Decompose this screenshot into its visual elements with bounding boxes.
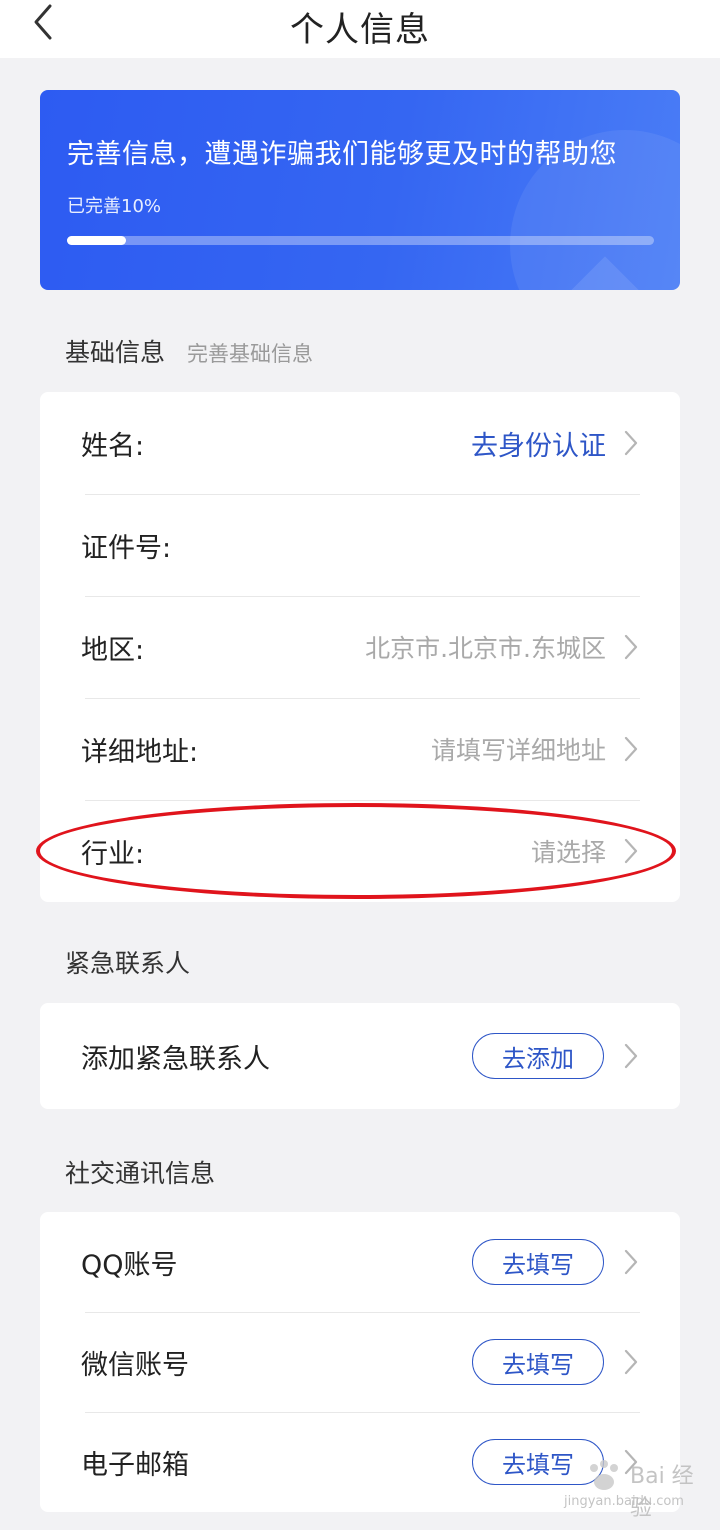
completion-banner: 完善信息，遭遇诈骗我们能够更及时的帮助您 已完善10% [40, 90, 680, 290]
row-email[interactable]: 电子邮箱 去填写 [40, 1412, 680, 1512]
row-industry[interactable]: 行业: 请选择 [40, 800, 680, 902]
row-label: 电子邮箱 [81, 1449, 189, 1481]
row-label: 详细地址: [81, 736, 199, 768]
chevron-right-icon [622, 429, 640, 457]
chevron-right-icon [622, 837, 640, 865]
chevron-right-icon [622, 1448, 640, 1476]
fill-qq-button[interactable]: 去填写 [472, 1239, 604, 1285]
chevron-right-icon [622, 1348, 640, 1376]
fill-email-button[interactable]: 去填写 [472, 1439, 604, 1485]
row-label: 证件号: [81, 532, 172, 564]
row-qq[interactable]: QQ账号 去填写 [40, 1212, 680, 1312]
row-label: 姓名: [81, 430, 145, 462]
section-title-text: 基础信息 [65, 338, 166, 367]
banner-title: 完善信息，遭遇诈骗我们能够更及时的帮助您 [67, 139, 617, 170]
industry-placeholder: 请选择 [530, 838, 606, 867]
region-value: 北京市.北京市.东城区 [365, 634, 606, 663]
chevron-right-icon [622, 1248, 640, 1276]
chevron-right-icon [622, 1042, 640, 1070]
fill-wechat-button[interactable]: 去填写 [472, 1339, 604, 1385]
social-card: QQ账号 去填写 微信账号 去填写 电子邮箱 去填写 [40, 1212, 680, 1512]
section-hint: 完善基础信息 [187, 342, 314, 366]
section-title-basic-info: 基础信息 完善基础信息 [65, 333, 313, 369]
page-title: 个人信息 [290, 10, 430, 50]
section-title-social: 社交通讯信息 [65, 1159, 216, 1188]
row-region[interactable]: 地区: 北京市.北京市.东城区 [40, 596, 680, 698]
row-wechat[interactable]: 微信账号 去填写 [40, 1312, 680, 1412]
row-id-number[interactable]: 证件号: [40, 494, 680, 596]
row-label: 微信账号 [81, 1349, 189, 1381]
emergency-card: 添加紧急联系人 去添加 [40, 1003, 680, 1109]
row-address[interactable]: 详细地址: 请填写详细地址 [40, 698, 680, 800]
chevron-right-icon [622, 735, 640, 763]
row-label: 添加紧急联系人 [81, 1043, 270, 1075]
add-contact-button[interactable]: 去添加 [472, 1033, 604, 1079]
row-name[interactable]: 姓名: 去身份认证 [40, 392, 680, 494]
section-title-emergency: 紧急联系人 [65, 949, 191, 978]
row-add-emergency-contact[interactable]: 添加紧急联系人 去添加 [40, 1003, 680, 1109]
chevron-right-icon [622, 633, 640, 661]
progress-bar [67, 236, 654, 245]
progress-fill [67, 236, 126, 245]
top-bar: 个人信息 [0, 0, 720, 58]
row-label: 行业: [81, 838, 145, 870]
address-placeholder: 请填写详细地址 [430, 736, 606, 765]
row-label: 地区: [81, 634, 145, 666]
progress-text: 已完善10% [67, 196, 162, 217]
row-label: QQ账号 [81, 1249, 178, 1281]
basic-info-card: 姓名: 去身份认证 证件号: 地区: 北京市.北京市.东城区 详细地址: 请填写… [40, 392, 680, 902]
verify-identity-link[interactable]: 去身份认证 [471, 424, 606, 463]
